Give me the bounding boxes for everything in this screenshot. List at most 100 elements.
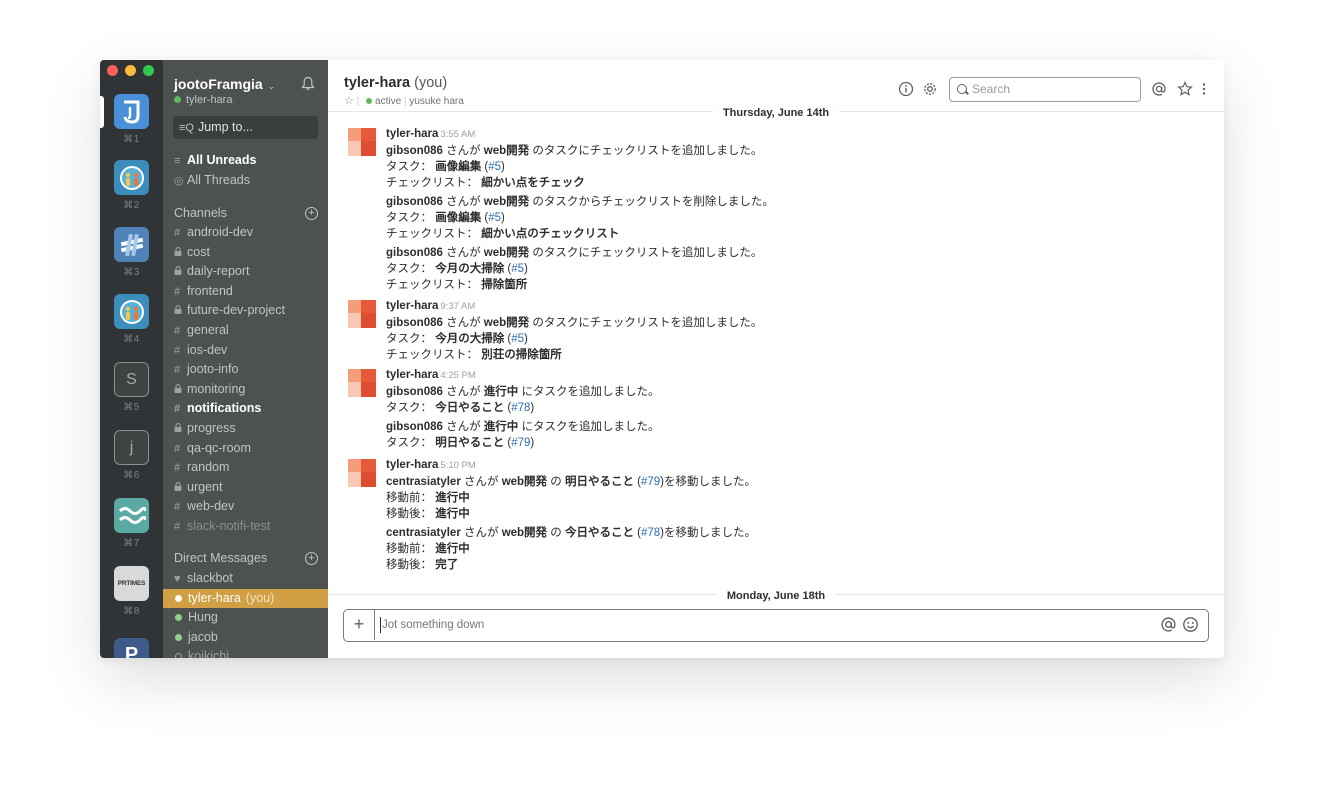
emoji-icon[interactable] (1182, 616, 1199, 633)
channel-name: ios-dev (187, 342, 228, 357)
channel-name: monitoring (187, 381, 246, 396)
channel-sidebar: jootoFramgia ⌄ tyler-hara ≡Q Jump to... ≡ A… (163, 60, 328, 658)
team-item[interactable]: ⌘3 (114, 227, 149, 278)
sidebar-item-dm[interactable]: ♥ slackbot (174, 569, 233, 588)
sidebar-item-channel[interactable]: # general (174, 321, 229, 340)
message-input[interactable] (382, 610, 1082, 640)
sidebar-item-channel[interactable]: future-dev-project (174, 301, 285, 320)
sidebar-item-dm[interactable]: Hung (174, 608, 218, 627)
current-user[interactable]: tyler-hara (174, 94, 232, 106)
unreads-icon: ≡ (174, 155, 181, 167)
team-item[interactable]: S ⌘5 (114, 362, 149, 413)
attach-button[interactable]: + (344, 610, 375, 640)
offline-status-icon (175, 653, 182, 658)
channel-title[interactable]: tyler-hara (you) (344, 75, 447, 91)
message-text: にタスクを追加しました。 (518, 421, 660, 433)
at-mention-icon[interactable] (1160, 616, 1177, 633)
sidebar-item-channel[interactable]: # android-dev (174, 223, 253, 242)
sidebar-item-channel[interactable]: # jooto-info (174, 360, 238, 379)
sidebar-item-dm[interactable]: jacob (174, 628, 218, 647)
sidebar-item-channel[interactable]: # ios-dev (174, 341, 227, 360)
star-outline-icon[interactable] (1177, 81, 1193, 97)
task-link[interactable]: #5 (488, 212, 501, 224)
team-item[interactable]: ⌘7 (114, 498, 149, 549)
team-item[interactable]: ⌘2 (114, 160, 149, 211)
team-item[interactable]: j ⌘6 (114, 430, 149, 481)
workspace-name[interactable]: jootoFramgia ⌄ (174, 76, 275, 92)
sidebar-item-channel[interactable]: cost (174, 243, 210, 262)
task-link[interactable]: #5 (511, 333, 524, 345)
team-item[interactable]: ⌘1 (114, 94, 149, 145)
search-input[interactable]: Search (949, 77, 1141, 102)
prtimes-logo-icon[interactable]: PRTIMES (114, 566, 149, 601)
team-ribbon-icon[interactable] (114, 227, 149, 262)
sidebar-item-dm[interactable]: tyler-hara (you) (174, 589, 274, 608)
message-line: gibson086 さんが 進行中 にタスクを追加しました。 (386, 384, 1204, 400)
message-author[interactable]: tyler-hara (386, 459, 438, 471)
checklist-name: 別荘の掃除箇所 (481, 349, 562, 361)
minimize-window-button[interactable] (125, 65, 136, 76)
at-mention-icon[interactable] (1151, 81, 1167, 97)
message-author[interactable]: tyler-hara (386, 369, 438, 381)
message-timestamp[interactable]: 4:25 PM (440, 370, 475, 381)
team-letter-s-icon[interactable]: S (114, 362, 149, 397)
zoom-window-button[interactable] (143, 65, 154, 76)
dm-section-title[interactable]: Direct Messages (174, 551, 267, 565)
actor-name: gibson086 (386, 196, 443, 208)
avatar[interactable] (348, 459, 376, 487)
sidebar-item-all-threads[interactable]: ◎ All Threads (174, 171, 250, 190)
message-timestamp[interactable]: 9:37 AM (440, 301, 475, 312)
add-dm-icon[interactable]: + (305, 552, 318, 565)
bell-icon[interactable] (301, 76, 315, 91)
message-timestamp[interactable]: 3:55 AM (440, 129, 475, 140)
task-link[interactable]: #5 (511, 263, 524, 275)
info-icon[interactable] (898, 81, 914, 97)
sidebar-item-all-unreads[interactable]: ≡ All Unreads (174, 151, 256, 170)
after-label: 移動後： (386, 559, 432, 571)
sidebar-item-channel[interactable]: urgent (174, 478, 222, 497)
message-timestamp[interactable]: 5:10 PM (440, 460, 475, 471)
team-switcher: ⌘1 ⌘2 ⌘3 ⌘4 S ⌘5 j ⌘6 ⌘7 PRTIMES ⌘8 P (100, 60, 163, 658)
message-author[interactable]: tyler-hara (386, 128, 438, 140)
sidebar-item-channel[interactable]: # qa-qc-room (174, 439, 251, 458)
task-link[interactable]: #78 (511, 402, 530, 414)
team-people-icon[interactable] (114, 294, 149, 329)
task-link[interactable]: #5 (488, 161, 501, 173)
team-people-icon[interactable] (114, 160, 149, 195)
sidebar-item-channel[interactable]: # frontend (174, 282, 233, 301)
checklist-label: チェックリスト： (386, 279, 478, 291)
task-link[interactable]: #78 (641, 527, 660, 539)
message-line: 移動後： 完了 (386, 557, 1204, 573)
sidebar-item-channel[interactable]: progress (174, 419, 236, 438)
more-options-icon[interactable] (1200, 81, 1208, 97)
jooto-logo-icon[interactable] (114, 94, 149, 129)
channels-section-title[interactable]: Channels (174, 206, 227, 220)
avatar[interactable] (348, 300, 376, 328)
message-body: tyler-hara 9:37 AM gibson086 さんが web開発 のタス… (386, 298, 1204, 363)
task-link[interactable]: #79 (511, 437, 530, 449)
actor-name: centrasiatyler (386, 476, 461, 488)
sidebar-item-channel[interactable]: # slack-notifi-test (174, 517, 270, 536)
sidebar-item-dm[interactable]: koikichi (174, 647, 229, 658)
team-item[interactable]: PRTIMES ⌘8 (114, 566, 149, 617)
message-meta: tyler-hara 3:55 AM (386, 126, 1204, 143)
close-window-button[interactable] (107, 65, 118, 76)
team-letter-j-icon[interactable]: j (114, 430, 149, 465)
sidebar-item-channel[interactable]: # notifications (174, 399, 261, 418)
sidebar-item-channel[interactable]: monitoring (174, 380, 245, 399)
team-item[interactable]: ⌘4 (114, 294, 149, 345)
sidebar-item-channel[interactable]: # random (174, 458, 229, 477)
team-shortcut-label: ⌘8 (123, 606, 140, 617)
gear-icon[interactable] (922, 81, 938, 97)
sidebar-item-channel[interactable]: # web-dev (174, 497, 234, 516)
task-link[interactable]: #79 (641, 476, 660, 488)
team-letter-p-icon[interactable]: P (114, 638, 149, 658)
team-item[interactable]: P (114, 638, 149, 658)
team-wave-icon[interactable] (114, 498, 149, 533)
jump-to-button[interactable]: ≡Q Jump to... (173, 116, 318, 139)
avatar[interactable] (348, 128, 376, 156)
message-author[interactable]: tyler-hara (386, 300, 438, 312)
avatar[interactable] (348, 369, 376, 397)
sidebar-item-channel[interactable]: daily-report (174, 262, 250, 281)
add-channel-icon[interactable]: + (305, 207, 318, 220)
